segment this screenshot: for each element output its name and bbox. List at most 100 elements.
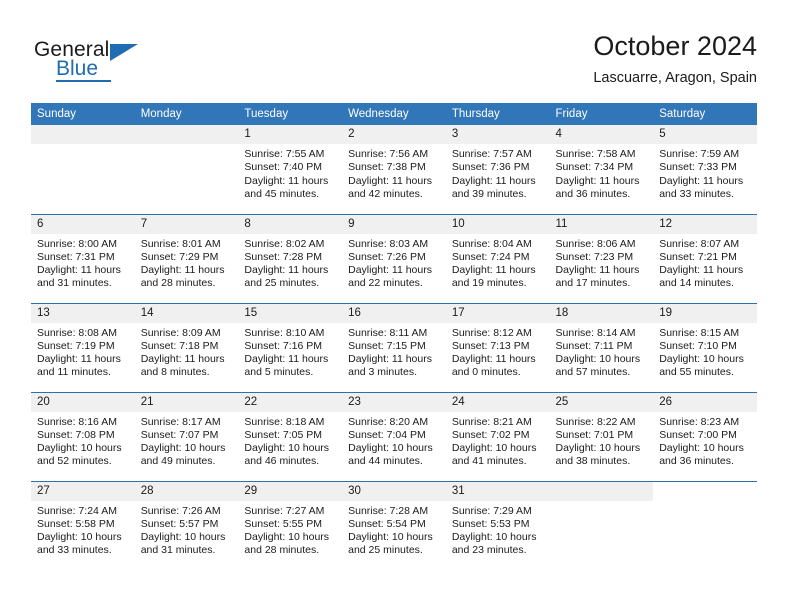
calendar-day-cell[interactable]: 12 Sunrise: 8:07 AM Sunset: 7:21 PM Dayligh… (653, 213, 757, 303)
day-number (134, 125, 239, 144)
day-number: 18 (549, 303, 654, 323)
calendar-day-cell[interactable]: 24 Sunrise: 8:21 AM Sunset: 7:02 PM Dayligh… (445, 391, 550, 481)
daylight-text-line2: and 0 minutes. (451, 366, 521, 379)
calendar-day-cell[interactable]: 25 Sunrise: 8:22 AM Sunset: 7:01 PM Dayligh… (549, 391, 654, 481)
calendar-week-row: 20 Sunrise: 8:16 AM Sunset: 7:08 PM Dayligh… (31, 391, 757, 481)
day-details: Sunrise: 8:17 AM Sunset: 7:07 PM Daylight:… (135, 412, 239, 469)
sunset-text: Sunset: 5:54 PM (348, 517, 426, 530)
calendar-day-cell[interactable]: 20 Sunrise: 8:16 AM Sunset: 7:08 PM Dayligh… (31, 391, 135, 481)
calendar-day-cell[interactable]: 8 Sunrise: 8:02 AM Sunset: 7:28 PM Daylight… (238, 213, 343, 303)
calendar-day-cell[interactable]: 27 Sunrise: 7:24 AM Sunset: 5:58 PM Dayligh… (31, 480, 135, 570)
calendar-day-cell[interactable]: 6 Sunrise: 8:00 AM Sunset: 7:31 PM Daylight… (31, 213, 135, 303)
sunset-text: Sunset: 7:28 PM (244, 250, 323, 263)
sunset-text: Sunset: 7:04 PM (348, 428, 426, 441)
daylight-text-line2: and 42 minutes. (348, 187, 423, 200)
calendar-week-row: 6 Sunrise: 8:00 AM Sunset: 7:31 PM Daylight… (31, 213, 757, 303)
calendar-day-cell[interactable]: 23 Sunrise: 8:20 AM Sunset: 7:04 PM Dayligh… (342, 391, 446, 481)
calendar-day-cell[interactable]: 22 Sunrise: 8:18 AM Sunset: 7:05 PM Dayligh… (238, 391, 343, 481)
sunrise-text: Sunrise: 8:16 AM (37, 415, 117, 428)
daylight-text-line1: Daylight: 11 hours (451, 353, 536, 366)
sunrise-text: Sunrise: 8:15 AM (659, 326, 740, 339)
day-details: Sunrise: 7:58 AM Sunset: 7:34 PM Daylight:… (550, 144, 654, 201)
day-number: 9 (342, 214, 446, 234)
daylight-text-line2: and 19 minutes. (451, 277, 527, 290)
calendar-week-row: 1 Sunrise: 7:55 AM Sunset: 7:40 PM Daylight… (31, 125, 757, 214)
calendar-day-cell-empty (31, 125, 135, 214)
sunset-text: Sunset: 7:08 PM (37, 428, 115, 441)
daylight-text-line2: and 31 minutes. (37, 277, 112, 290)
day-number: 16 (342, 303, 446, 323)
daylight-text-line2: and 17 minutes. (555, 277, 631, 290)
calendar-day-cell[interactable]: 18 Sunrise: 8:14 AM Sunset: 7:11 PM Dayligh… (549, 302, 654, 392)
calendar-day-cell[interactable]: 13 Sunrise: 8:08 AM Sunset: 7:19 PM Dayligh… (31, 302, 135, 392)
sunset-text: Sunset: 5:55 PM (244, 517, 323, 530)
day-number: 30 (342, 481, 446, 501)
day-details: Sunrise: 8:03 AM Sunset: 7:26 PM Daylight:… (342, 234, 446, 291)
sunrise-text: Sunrise: 8:06 AM (555, 237, 636, 250)
calendar-week-row: 27 Sunrise: 7:24 AM Sunset: 5:58 PM Dayligh… (31, 480, 757, 570)
daylight-text-line1: Daylight: 10 hours (244, 442, 330, 455)
calendar-day-cell[interactable]: 17 Sunrise: 8:12 AM Sunset: 7:13 PM Dayligh… (445, 302, 550, 392)
calendar-day-cell[interactable]: 11 Sunrise: 8:06 AM Sunset: 7:23 PM Dayligh… (549, 213, 654, 303)
daylight-text-line1: Daylight: 10 hours (659, 353, 744, 366)
weekday-header-monday: Monday (134, 103, 239, 125)
daylight-text-line2: and 46 minutes. (244, 455, 320, 468)
daylight-text-line1: Daylight: 11 hours (659, 264, 744, 277)
day-details: Sunrise: 8:02 AM Sunset: 7:28 PM Daylight:… (238, 234, 342, 291)
daylight-text-line1: Daylight: 10 hours (451, 442, 537, 455)
calendar-day-cell[interactable]: 29 Sunrise: 7:27 AM Sunset: 5:55 PM Dayligh… (238, 480, 343, 570)
sunrise-text: Sunrise: 7:59 AM (659, 148, 740, 160)
calendar-day-cell[interactable]: 5 Sunrise: 7:59 AM Sunset: 7:33 PM Daylight… (653, 125, 757, 214)
calendar-day-cell[interactable]: 2 Sunrise: 7:56 AM Sunset: 7:38 PM Daylight… (342, 125, 446, 214)
sunrise-text: Sunrise: 8:11 AM (348, 326, 428, 339)
daylight-text-line1: Daylight: 11 hours (244, 174, 329, 187)
day-number: 13 (31, 303, 135, 323)
calendar-day-cell[interactable]: 19 Sunrise: 8:15 AM Sunset: 7:10 PM Dayligh… (653, 302, 757, 392)
day-number: 15 (238, 303, 343, 323)
calendar-day-cell[interactable]: 28 Sunrise: 7:26 AM Sunset: 5:57 PM Dayligh… (134, 480, 239, 570)
sunset-text: Sunset: 7:19 PM (37, 339, 115, 352)
sunrise-text: Sunrise: 8:09 AM (140, 326, 221, 339)
daylight-text-line2: and 28 minutes. (140, 277, 216, 290)
daylight-text-line2: and 33 minutes. (659, 187, 734, 200)
day-number: 10 (445, 214, 550, 234)
calendar-header-row: Sunday Monday Tuesday Wednesday Thursday… (31, 103, 757, 125)
calendar-day-cell[interactable]: 10 Sunrise: 8:04 AM Sunset: 7:24 PM Dayligh… (445, 213, 550, 303)
daylight-text-line1: Daylight: 10 hours (37, 442, 122, 455)
calendar-day-cell[interactable]: 21 Sunrise: 8:17 AM Sunset: 7:07 PM Dayligh… (134, 391, 239, 481)
sunset-text: Sunset: 7:16 PM (244, 339, 323, 352)
sunset-text: Sunset: 7:40 PM (244, 161, 323, 174)
sunrise-text: Sunrise: 8:01 AM (140, 237, 221, 250)
calendar-day-cell[interactable]: 14 Sunrise: 8:09 AM Sunset: 7:18 PM Dayligh… (134, 302, 239, 392)
daylight-text-line2: and 55 minutes. (659, 366, 734, 379)
daylight-text-line2: and 5 minutes. (244, 366, 314, 379)
sunrise-text: Sunrise: 7:27 AM (244, 504, 325, 517)
daylight-text-line1: Daylight: 11 hours (348, 353, 432, 366)
calendar-day-cell[interactable]: 7 Sunrise: 8:01 AM Sunset: 7:29 PM Daylight… (134, 213, 239, 303)
calendar-day-cell[interactable]: 3 Sunrise: 7:57 AM Sunset: 7:36 PM Daylight… (445, 125, 550, 214)
calendar-day-cell[interactable]: 30 Sunrise: 7:28 AM Sunset: 5:54 PM Dayligh… (342, 480, 446, 570)
day-details: Sunrise: 8:14 AM Sunset: 7:11 PM Daylight:… (550, 323, 654, 380)
calendar-day-cell[interactable]: 16 Sunrise: 8:11 AM Sunset: 7:15 PM Dayligh… (342, 302, 446, 392)
calendar-day-cell[interactable]: 15 Sunrise: 8:10 AM Sunset: 7:16 PM Dayligh… (238, 302, 343, 392)
sunrise-text: Sunrise: 8:12 AM (451, 326, 532, 339)
daylight-text-line2: and 49 minutes. (140, 455, 216, 468)
sunset-text: Sunset: 7:38 PM (348, 161, 426, 174)
calendar-page: General Blue October 2024 Lascuarre, Ara… (0, 0, 792, 612)
daylight-text-line1: Daylight: 10 hours (555, 353, 641, 366)
calendar-day-cell[interactable]: 26 Sunrise: 8:23 AM Sunset: 7:00 PM Dayligh… (653, 391, 757, 481)
daylight-text-line2: and 38 minutes. (555, 455, 631, 468)
calendar-day-cell[interactable]: 1 Sunrise: 7:55 AM Sunset: 7:40 PM Daylight… (238, 125, 343, 214)
calendar-day-cell[interactable]: 31 Sunrise: 7:29 AM Sunset: 5:53 PM Dayligh… (445, 480, 550, 570)
daylight-text-line1: Daylight: 11 hours (37, 353, 121, 366)
calendar-day-cell[interactable]: 9 Sunrise: 8:03 AM Sunset: 7:26 PM Daylight… (342, 213, 446, 303)
daylight-text-line2: and 31 minutes. (140, 544, 216, 557)
sunset-text: Sunset: 7:02 PM (451, 428, 530, 441)
sunrise-text: Sunrise: 7:56 AM (348, 148, 429, 160)
calendar-day-cell[interactable]: 4 Sunrise: 7:58 AM Sunset: 7:34 PM Daylight… (549, 125, 654, 214)
sunrise-text: Sunrise: 7:29 AM (451, 504, 532, 517)
sunset-text: Sunset: 7:01 PM (555, 428, 634, 441)
day-number (549, 481, 654, 501)
sunset-text: Sunset: 7:13 PM (451, 339, 530, 352)
day-details: Sunrise: 8:21 AM Sunset: 7:02 PM Daylight:… (446, 412, 550, 469)
